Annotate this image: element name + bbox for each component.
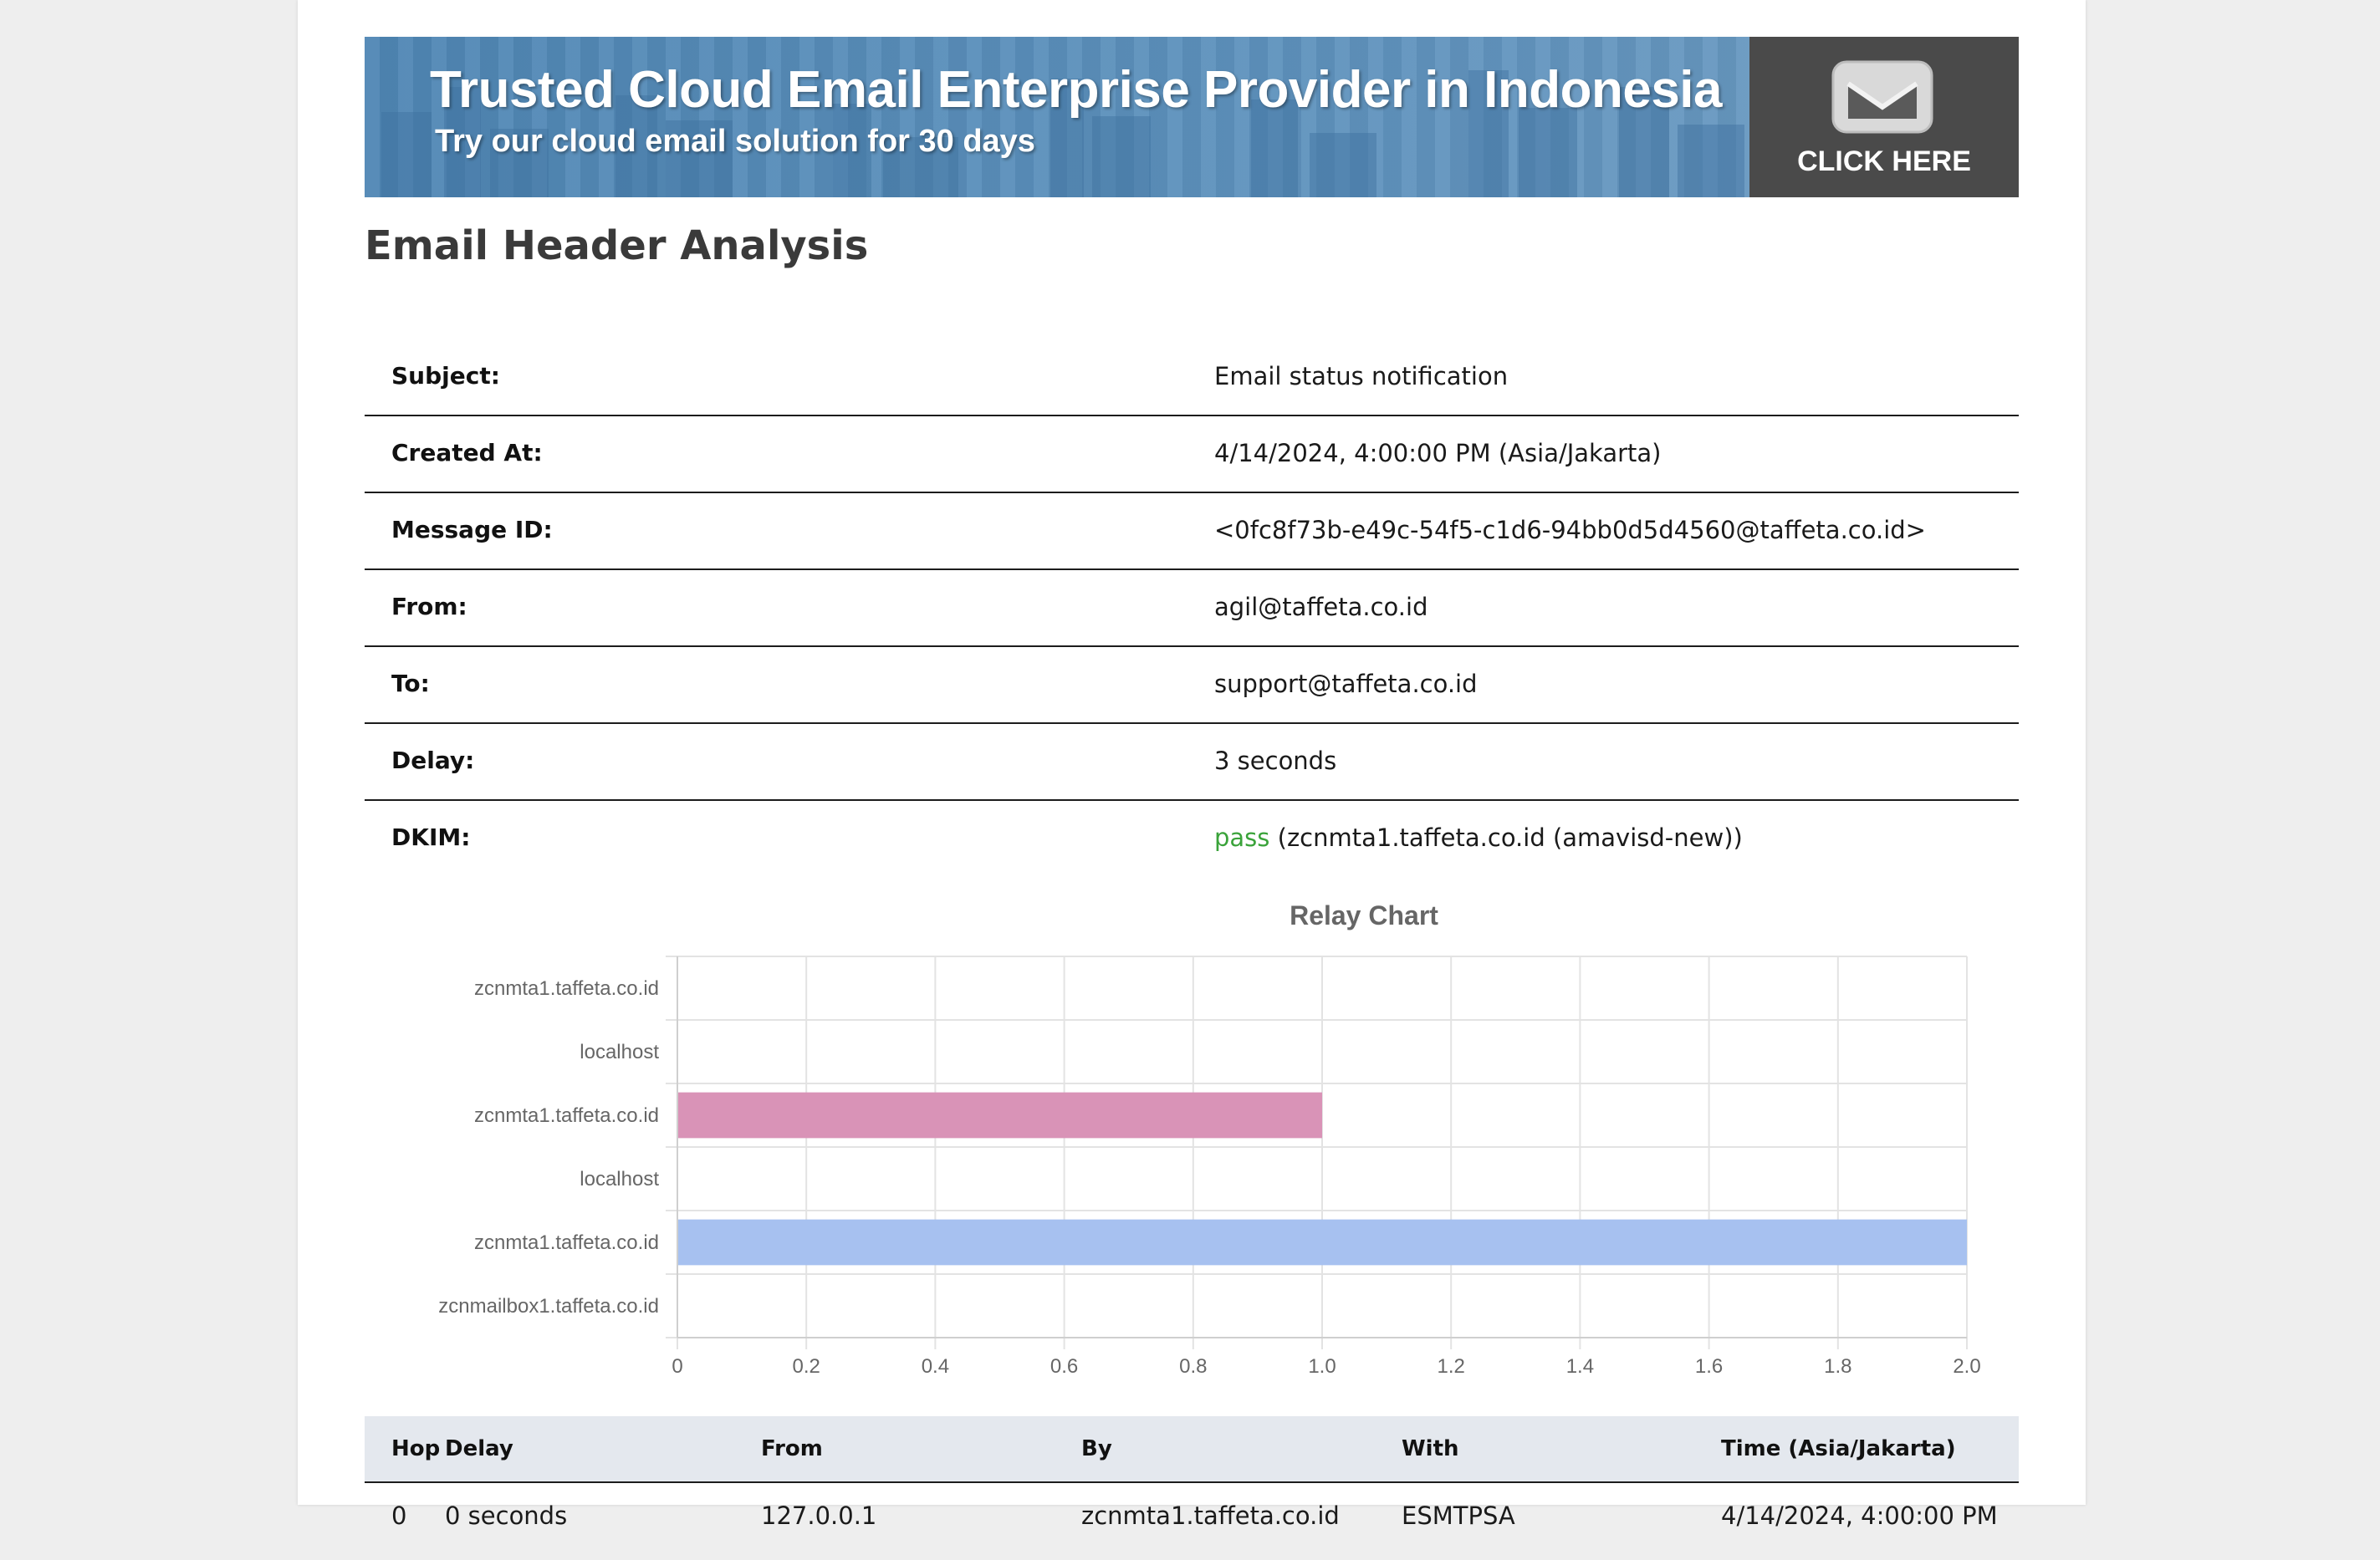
y-tick-label: zcnmailbox1.taffeta.co.id (438, 1295, 659, 1318)
hop-by: zcnmta1.taffeta.co.id (1081, 1501, 1340, 1530)
hop-number: 0 (391, 1501, 407, 1530)
subject-value: Email status notification (1214, 362, 1509, 390)
x-tick-label: 1.0 (1308, 1355, 1336, 1378)
message-id-label: Message ID: (391, 516, 553, 543)
x-tick-label: 1.6 (1695, 1355, 1723, 1378)
hop-time: 4/14/2024, 4:00:00 PM (1721, 1501, 1998, 1530)
x-tick-label: 0.2 (793, 1355, 820, 1378)
x-tick-label: 0 (672, 1355, 682, 1378)
info-row-dkim: DKIM: pass (zcnmta1.taffeta.co.id (amavi… (365, 801, 2019, 876)
delay-label: Delay: (391, 747, 475, 774)
relay-bar (678, 1219, 1967, 1266)
page-title: Email Header Analysis (365, 222, 869, 269)
hop-delay: 0 seconds (445, 1501, 568, 1530)
to-label: To: (391, 670, 430, 697)
from-label: From: (391, 593, 467, 620)
header-summary-table: Subject: Email status notification Creat… (365, 339, 2019, 876)
x-tick-label: 0.8 (1179, 1355, 1207, 1378)
created-at-label: Created At: (391, 439, 543, 466)
banner-subtitle: Try our cloud email solution for 30 days (435, 124, 1035, 159)
page: Trusted Cloud Email Enterprise Provider … (298, 0, 2086, 1530)
x-tick-label: 0.6 (1050, 1355, 1078, 1378)
y-tick-label: zcnmta1.taffeta.co.id (474, 977, 659, 1000)
hop-from: 127.0.0.1 (761, 1501, 877, 1530)
info-row-message-id: Message ID: <0fc8f73b-e49c-54f5-c1d6-94b… (365, 493, 2019, 570)
x-tick-label: 1.4 (1566, 1355, 1594, 1378)
banner-title: Trusted Cloud Email Enterprise Provider … (430, 61, 1723, 119)
dkim-detail: (zcnmta1.taffeta.co.id (amavisd-new)) (1277, 823, 1743, 852)
hops-table: Hop Delay From By With Time (Asia/Jakart… (365, 1416, 2019, 1560)
x-tick-label: 0.4 (922, 1355, 949, 1378)
table-row: 0 0 seconds 127.0.0.1 zcnmta1.taffeta.co… (365, 1483, 2019, 1560)
info-row-subject: Subject: Email status notification (365, 339, 2019, 416)
message-id-value: <0fc8f73b-e49c-54f5-c1d6-94bb0d5d4560@ta… (1214, 516, 1926, 544)
header-with: With (1402, 1436, 1459, 1461)
chart-title: Relay Chart (1290, 900, 1438, 930)
click-here-button[interactable]: CLICK HERE (1749, 37, 2019, 197)
envelope-icon (1831, 60, 1933, 134)
y-tick-label: localhost (580, 1168, 659, 1190)
header-by: By (1081, 1436, 1112, 1461)
y-tick-label: zcnmta1.taffeta.co.id (474, 1104, 659, 1127)
relay-chart-svg: Relay Chart 0 0.2 0.4 0.6 0.8 1.0 1.2 1.4 1.6 1.8 2… (438, 900, 1980, 1378)
created-at-value: 4/14/2024, 4:00:00 PM (Asia/Jakarta) (1214, 439, 1662, 467)
info-row-from: From: agil@taffeta.co.id (365, 570, 2019, 647)
info-row-to: To: support@taffeta.co.id (365, 647, 2019, 724)
click-here-label: CLICK HERE (1797, 145, 1971, 177)
dkim-value: pass (zcnmta1.taffeta.co.id (amavisd-new… (1214, 823, 1743, 852)
to-value: support@taffeta.co.id (1214, 670, 1478, 698)
x-tick-label: 1.2 (1438, 1355, 1465, 1378)
y-tick-label: localhost (580, 1041, 659, 1063)
hop-with: ESMTPSA (1402, 1501, 1515, 1530)
y-tick-label: zcnmta1.taffeta.co.id (474, 1231, 659, 1254)
info-row-delay: Delay: 3 seconds (365, 724, 2019, 801)
header-time: Time (Asia/Jakarta) (1721, 1436, 1956, 1461)
delay-value: 3 seconds (1214, 747, 1337, 775)
header-from: From (761, 1436, 823, 1461)
dkim-label: DKIM: (391, 823, 471, 851)
hops-table-header: Hop Delay From By With Time (Asia/Jakart… (365, 1416, 2019, 1483)
x-tick-label: 2.0 (1953, 1355, 1980, 1378)
info-row-created-at: Created At: 4/14/2024, 4:00:00 PM (Asia/… (365, 416, 2019, 493)
promo-banner[interactable]: Trusted Cloud Email Enterprise Provider … (365, 37, 2019, 197)
header-delay: Delay (445, 1436, 513, 1461)
header-hop: Hop (391, 1436, 441, 1461)
subject-label: Subject: (391, 362, 500, 390)
main-content: Trusted Cloud Email Enterprise Provider … (365, 37, 2019, 1530)
from-value: agil@taffeta.co.id (1214, 593, 1428, 621)
relay-bar (678, 1092, 1322, 1139)
x-tick-label: 1.8 (1824, 1355, 1851, 1378)
dkim-status: pass (1214, 823, 1270, 852)
relay-chart: Relay Chart 0 0.2 0.4 0.6 0.8 1.0 1.2 1.4 1.6 1.8 2… (365, 873, 2019, 1399)
